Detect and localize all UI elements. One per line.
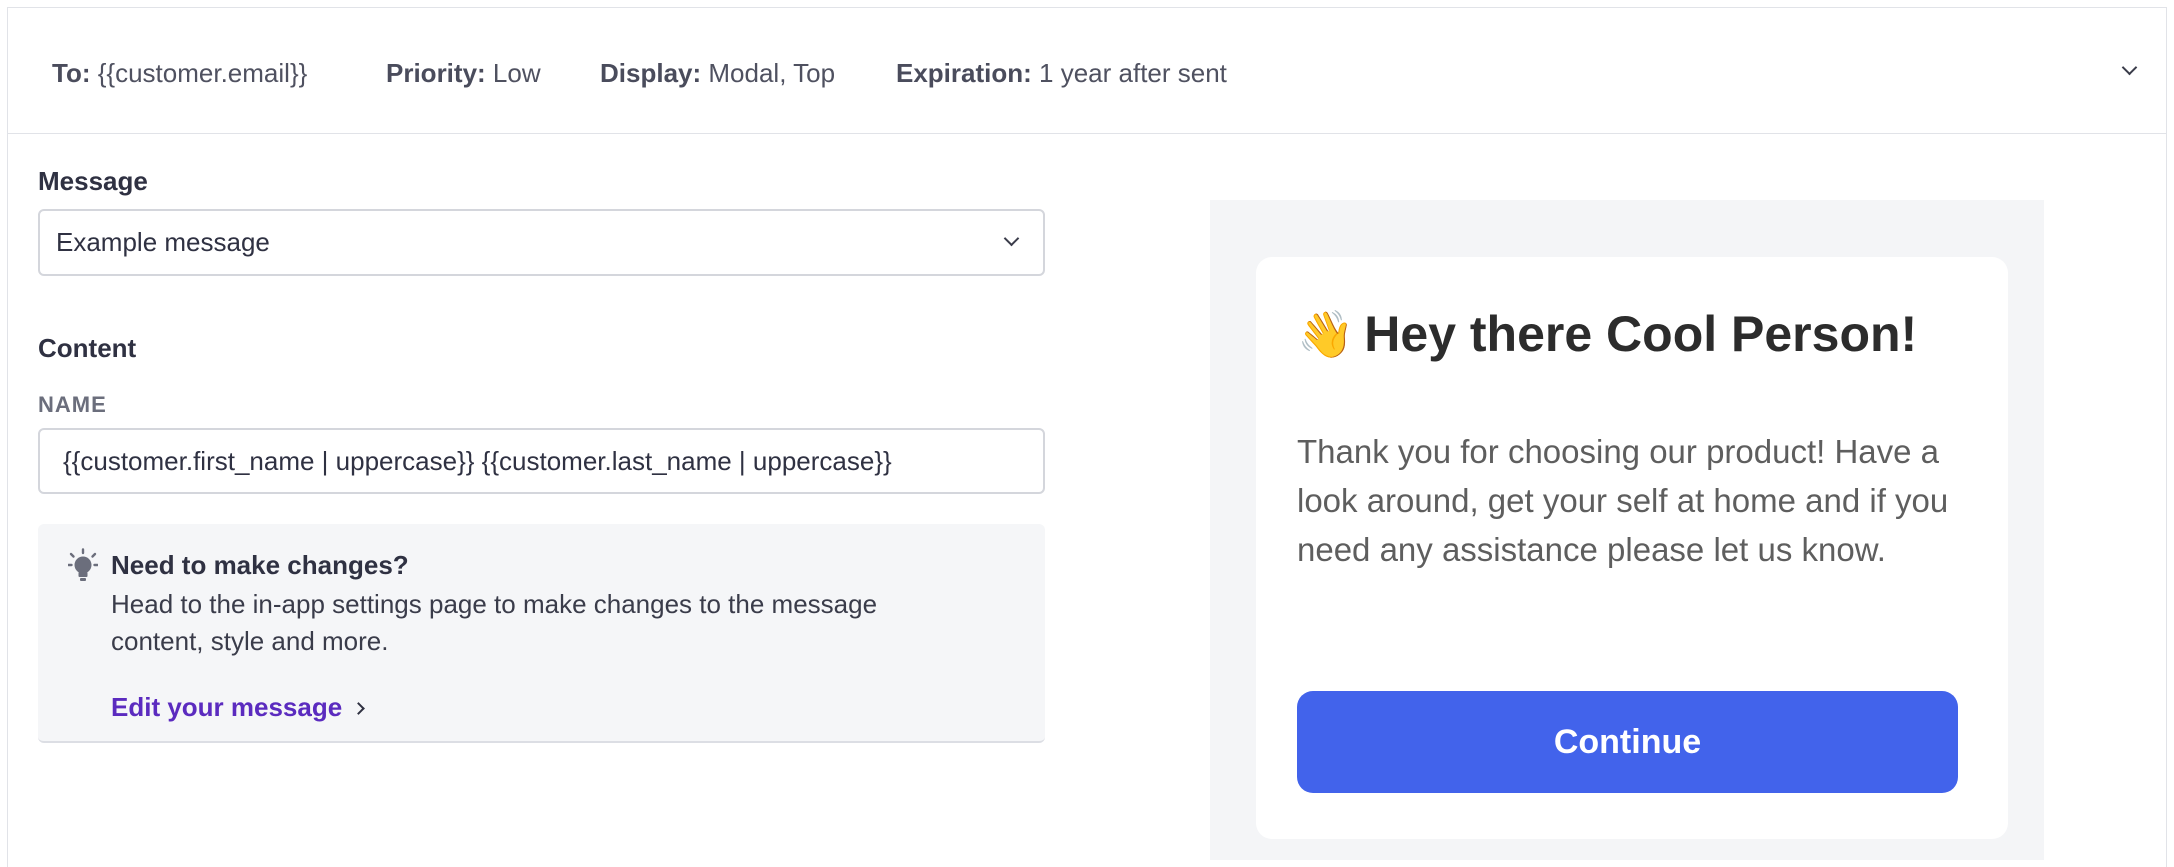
name-field-label: NAME [38,392,107,417]
summary-to-label: To: [52,58,91,88]
edit-notice: Need to make changes? Head to the in-app… [38,524,1045,743]
summary-expiration-value: 1 year after sent [1039,58,1227,88]
message-summary-bar: To: {{customer.email}} Priority: Low Dis… [8,8,2166,134]
name-input[interactable] [38,428,1045,494]
message-label: Message [38,166,148,196]
content-label: Content [38,333,137,363]
summary-expiration: Expiration: 1 year after sent [896,58,1227,89]
summary-display-value: Modal, Top [708,58,836,88]
lightbulb-icon [68,548,98,581]
chevron-right-icon [352,702,366,715]
summary-to: To: {{customer.email}} [52,58,307,89]
summary-expiration-label: Expiration: [896,58,1032,88]
preview-title: 👋 Hey there Cool Person! [1297,305,1917,363]
chevron-down-icon [2121,59,2138,76]
edit-message-link-label: Edit your message [111,692,343,722]
message-select[interactable]: Example message [38,209,1045,276]
summary-display-label: Display: [600,58,702,88]
expand-summary-button[interactable] [2116,58,2146,88]
preview-body: Thank you for choosing our product! Have… [1297,433,1949,568]
edit-message-link[interactable]: Edit your message [111,692,366,723]
waving-hand-icon: 👋 [1297,308,1355,360]
notice-body: Head to the in-app settings page to make… [111,589,878,656]
message-select-value: Example message [56,227,270,257]
notice-title: Need to make changes? [111,550,409,580]
continue-button[interactable]: Continue [1297,691,1958,793]
chevron-down-icon [1003,230,1020,247]
preview-title-text: Hey there Cool Person! [1364,306,1918,362]
summary-priority-value: Low [492,58,541,88]
message-preview-card: 👋 Hey there Cool Person! Thank you for c… [1256,257,2008,839]
summary-display: Display: Modal, Top [600,58,835,89]
summary-priority: Priority: Low [386,58,541,89]
summary-priority-label: Priority: [386,58,486,88]
summary-to-value: {{customer.email}} [97,58,308,88]
